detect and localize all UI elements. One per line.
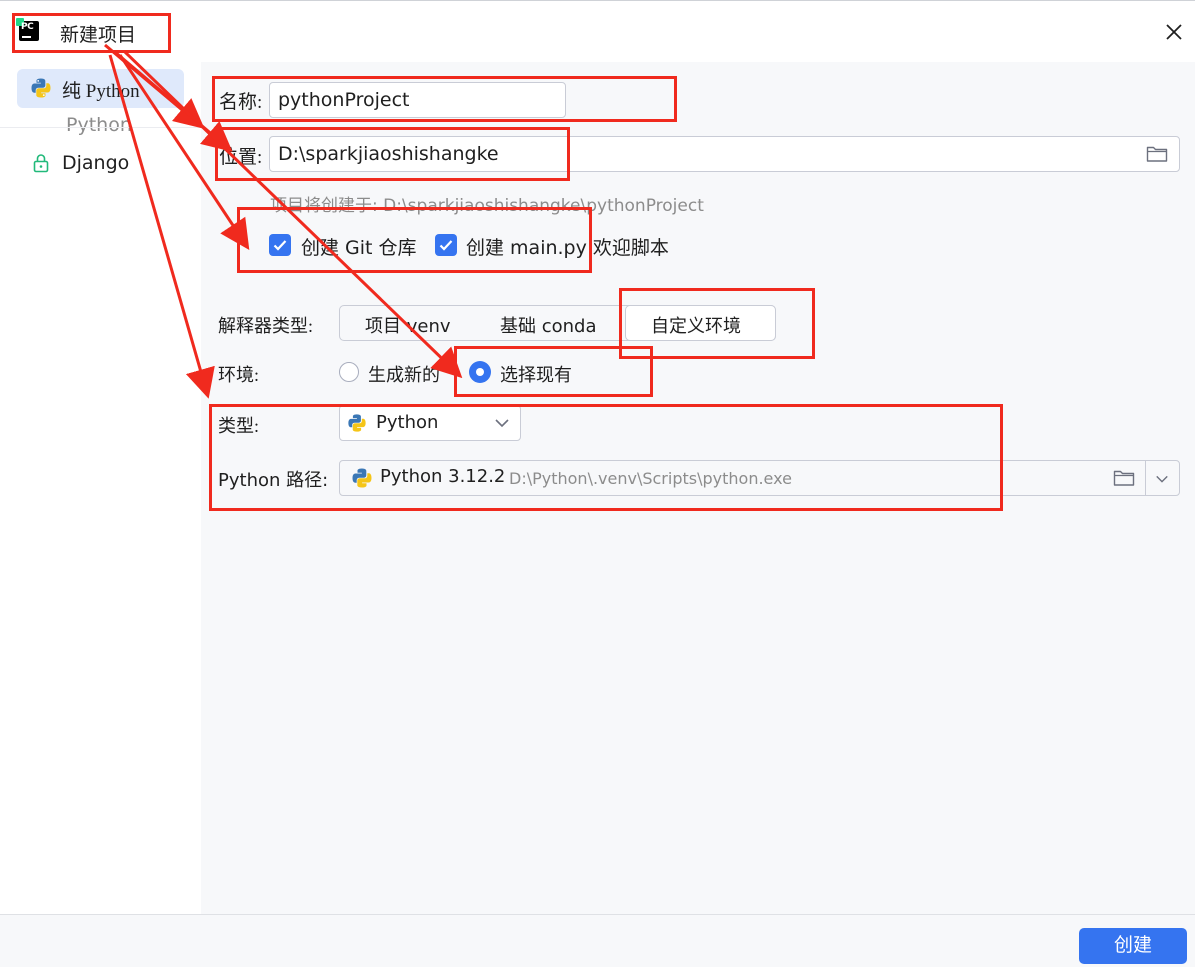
dialog-footer <box>0 914 1195 967</box>
close-icon <box>1166 24 1182 40</box>
radio-generate-new[interactable] <box>339 362 359 382</box>
close-button[interactable] <box>1160 18 1188 46</box>
sidebar-item-label: 纯 Python <box>62 81 140 102</box>
annotation-box-title <box>12 13 171 53</box>
annotation-box-type-path <box>209 404 1003 511</box>
folder-icon[interactable] <box>1113 468 1135 488</box>
annotation-box-name <box>212 76 677 122</box>
sidebar-divider <box>0 127 201 128</box>
sidebar-item-django[interactable]: Django <box>62 152 129 174</box>
radio-generate-new-label: 生成新的 <box>368 365 440 386</box>
lock-icon <box>33 154 49 173</box>
interpreter-type-label: 解释器类型: <box>218 316 314 336</box>
chevron-down-icon[interactable] <box>1155 474 1169 484</box>
annotation-box-checkboxes <box>237 207 592 273</box>
env-label: 环境: <box>218 365 260 385</box>
sidebar-section-python: Python <box>66 114 132 136</box>
sidebar <box>0 62 201 914</box>
title-bar <box>0 0 1195 62</box>
annotation-box-location <box>215 127 570 181</box>
annotation-box-select-existing <box>454 346 653 397</box>
segment-project-venv[interactable]: 项目 venv <box>365 312 451 338</box>
create-button[interactable]: 创建 <box>1079 928 1187 964</box>
segment-base-conda[interactable]: 基础 conda <box>500 312 597 338</box>
python-icon <box>31 78 51 98</box>
folder-icon[interactable] <box>1146 144 1168 164</box>
combo-divider <box>1145 461 1146 495</box>
